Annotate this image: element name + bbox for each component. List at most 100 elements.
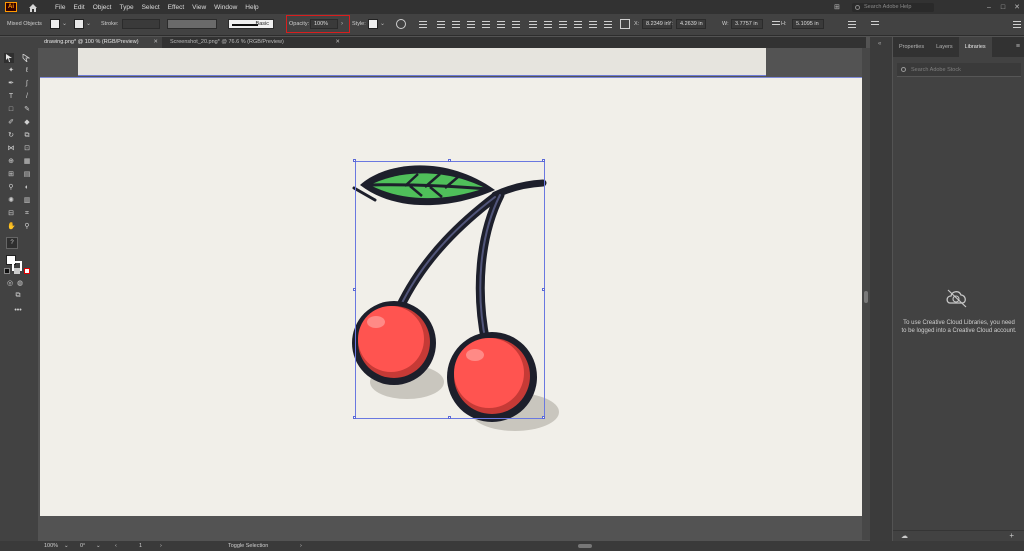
selection-tool[interactable]: [4, 53, 14, 63]
eraser-tool[interactable]: ◆: [23, 119, 31, 127]
blend-tool[interactable]: ◐: [23, 184, 31, 192]
isolate-group-icon[interactable]: [870, 19, 880, 29]
help-search-input[interactable]: Search Adobe Help: [852, 2, 934, 12]
menu-type[interactable]: Type: [119, 4, 133, 11]
hand-tool[interactable]: ✋: [7, 223, 16, 231]
resize-handle-top[interactable]: [448, 159, 451, 162]
resize-handle-top-left[interactable]: [353, 159, 356, 162]
tab-properties[interactable]: Properties: [893, 37, 930, 57]
mesh-tool[interactable]: ⊞: [7, 171, 15, 179]
scrollbar-thumb[interactable]: [864, 291, 868, 303]
artboard-number[interactable]: 1: [139, 543, 142, 549]
pen-tool[interactable]: ✒: [7, 80, 15, 88]
distribute-left-icon[interactable]: [573, 19, 583, 29]
zoom-dropdown-icon[interactable]: ⌄: [64, 543, 69, 549]
resize-handle-bottom[interactable]: [448, 416, 451, 419]
zoom-level[interactable]: 100%: [44, 543, 58, 549]
help-question-icon[interactable]: ?: [6, 237, 18, 249]
variable-width-profile[interactable]: [167, 19, 217, 29]
resize-handle-bottom-left[interactable]: [353, 416, 356, 419]
screen-mode-icon[interactable]: ⧉: [14, 292, 22, 300]
next-artboard-icon[interactable]: ›: [160, 543, 162, 549]
align-right-icon[interactable]: [466, 19, 476, 29]
recolor-artwork-icon[interactable]: [396, 19, 406, 29]
collapse-dock-icon[interactable]: «: [878, 41, 881, 47]
align-left-icon[interactable]: [436, 19, 446, 29]
status-menu-icon[interactable]: ›: [300, 543, 302, 549]
stroke-dropdown-icon[interactable]: ⌄: [86, 19, 91, 30]
distribute-right-icon[interactable]: [603, 19, 613, 29]
resize-handle-left[interactable]: [353, 288, 356, 291]
artboard-tool[interactable]: ⊟: [7, 210, 15, 218]
minimize-button[interactable]: –: [982, 4, 996, 11]
type-tool[interactable]: T: [7, 93, 15, 101]
stroke-weight-field[interactable]: [122, 19, 160, 29]
edit-toolbar-icon[interactable]: •••: [14, 307, 22, 315]
align-top-icon[interactable]: [481, 19, 491, 29]
rotation-value[interactable]: 0°: [80, 543, 85, 549]
reference-point-icon[interactable]: [620, 19, 630, 29]
none-mode-icon[interactable]: [24, 268, 30, 274]
color-mode-icon[interactable]: [4, 268, 10, 274]
fill-swatch[interactable]: [50, 19, 60, 29]
align-bottom-icon[interactable]: [511, 19, 521, 29]
graphic-style-swatch[interactable]: [368, 19, 378, 29]
zoom-tool[interactable]: ⚲: [23, 223, 31, 231]
menu-effect[interactable]: Effect: [168, 4, 185, 11]
close-icon[interactable]: ✕: [153, 37, 158, 48]
draw-behind-icon[interactable]: ◍: [16, 280, 24, 288]
direct-selection-tool[interactable]: [22, 53, 31, 64]
menu-help[interactable]: Help: [245, 4, 258, 11]
width-field[interactable]: 3.7757 in: [731, 19, 763, 29]
close-icon[interactable]: ✕: [335, 37, 340, 48]
lasso-tool[interactable]: ℓ: [23, 67, 31, 75]
rectangle-tool[interactable]: □: [7, 106, 15, 114]
workspace-switcher-icon[interactable]: ⊞: [834, 3, 852, 11]
prev-artboard-icon[interactable]: ‹: [115, 543, 117, 549]
menu-select[interactable]: Select: [142, 4, 160, 11]
gradient-mode-icon[interactable]: [14, 268, 20, 274]
close-window-button[interactable]: ✕: [1010, 3, 1024, 11]
stroke-swatch[interactable]: [74, 19, 84, 29]
fill-dropdown-icon[interactable]: ⌄: [62, 19, 67, 30]
tab-layers[interactable]: Layers: [930, 37, 959, 57]
symbol-sprayer-tool[interactable]: ✺: [7, 197, 15, 205]
add-library-button[interactable]: +: [1009, 531, 1014, 540]
menu-view[interactable]: View: [192, 4, 206, 11]
brush-definition[interactable]: Basic: [228, 19, 274, 29]
magic-wand-tool[interactable]: ✦: [7, 67, 15, 75]
align-center-icon[interactable]: [451, 19, 461, 29]
height-field[interactable]: 5.1095 in: [792, 19, 824, 29]
menu-object[interactable]: Object: [93, 4, 112, 11]
align-to-icon[interactable]: [418, 19, 428, 29]
y-field[interactable]: 4.2639 in: [676, 19, 706, 29]
shape-builder-tool[interactable]: ⊕: [7, 158, 15, 166]
column-graph-tool[interactable]: ▥: [23, 197, 31, 205]
resize-handle-bottom-right[interactable]: [542, 416, 545, 419]
draw-mode-icon[interactable]: ◎: [6, 280, 14, 288]
vertical-scrollbar[interactable]: [862, 48, 870, 540]
curvature-tool[interactable]: ∫: [23, 80, 31, 88]
control-panel-menu-icon[interactable]: [1012, 19, 1022, 29]
menu-file[interactable]: File: [55, 4, 65, 11]
gradient-tool[interactable]: ▤: [23, 171, 31, 179]
rotation-dropdown-icon[interactable]: ⌄: [96, 543, 101, 549]
cloud-sync-icon[interactable]: ☁: [901, 532, 908, 540]
transform-options-icon[interactable]: [847, 19, 857, 29]
distribute-hcenter-icon[interactable]: [588, 19, 598, 29]
selection-bounding-box[interactable]: [355, 161, 545, 419]
distribute-vcenter-icon[interactable]: [543, 19, 553, 29]
distribute-top-icon[interactable]: [528, 19, 538, 29]
scale-tool[interactable]: ⧉: [23, 132, 31, 140]
horizontal-scrollbar-thumb[interactable]: [578, 544, 592, 548]
home-icon[interactable]: [27, 1, 39, 13]
perspective-grid-tool[interactable]: ▦: [23, 158, 31, 166]
rotate-tool[interactable]: ↻: [7, 132, 15, 140]
constrain-proportions-icon[interactable]: [771, 19, 781, 29]
slice-tool[interactable]: ⌗: [23, 210, 31, 218]
align-middle-icon[interactable]: [496, 19, 506, 29]
resize-handle-right[interactable]: [542, 288, 545, 291]
distribute-bottom-icon[interactable]: [558, 19, 568, 29]
shaper-tool[interactable]: ✐: [7, 119, 15, 127]
library-search-input[interactable]: Search Adobe Stock: [897, 63, 1021, 77]
